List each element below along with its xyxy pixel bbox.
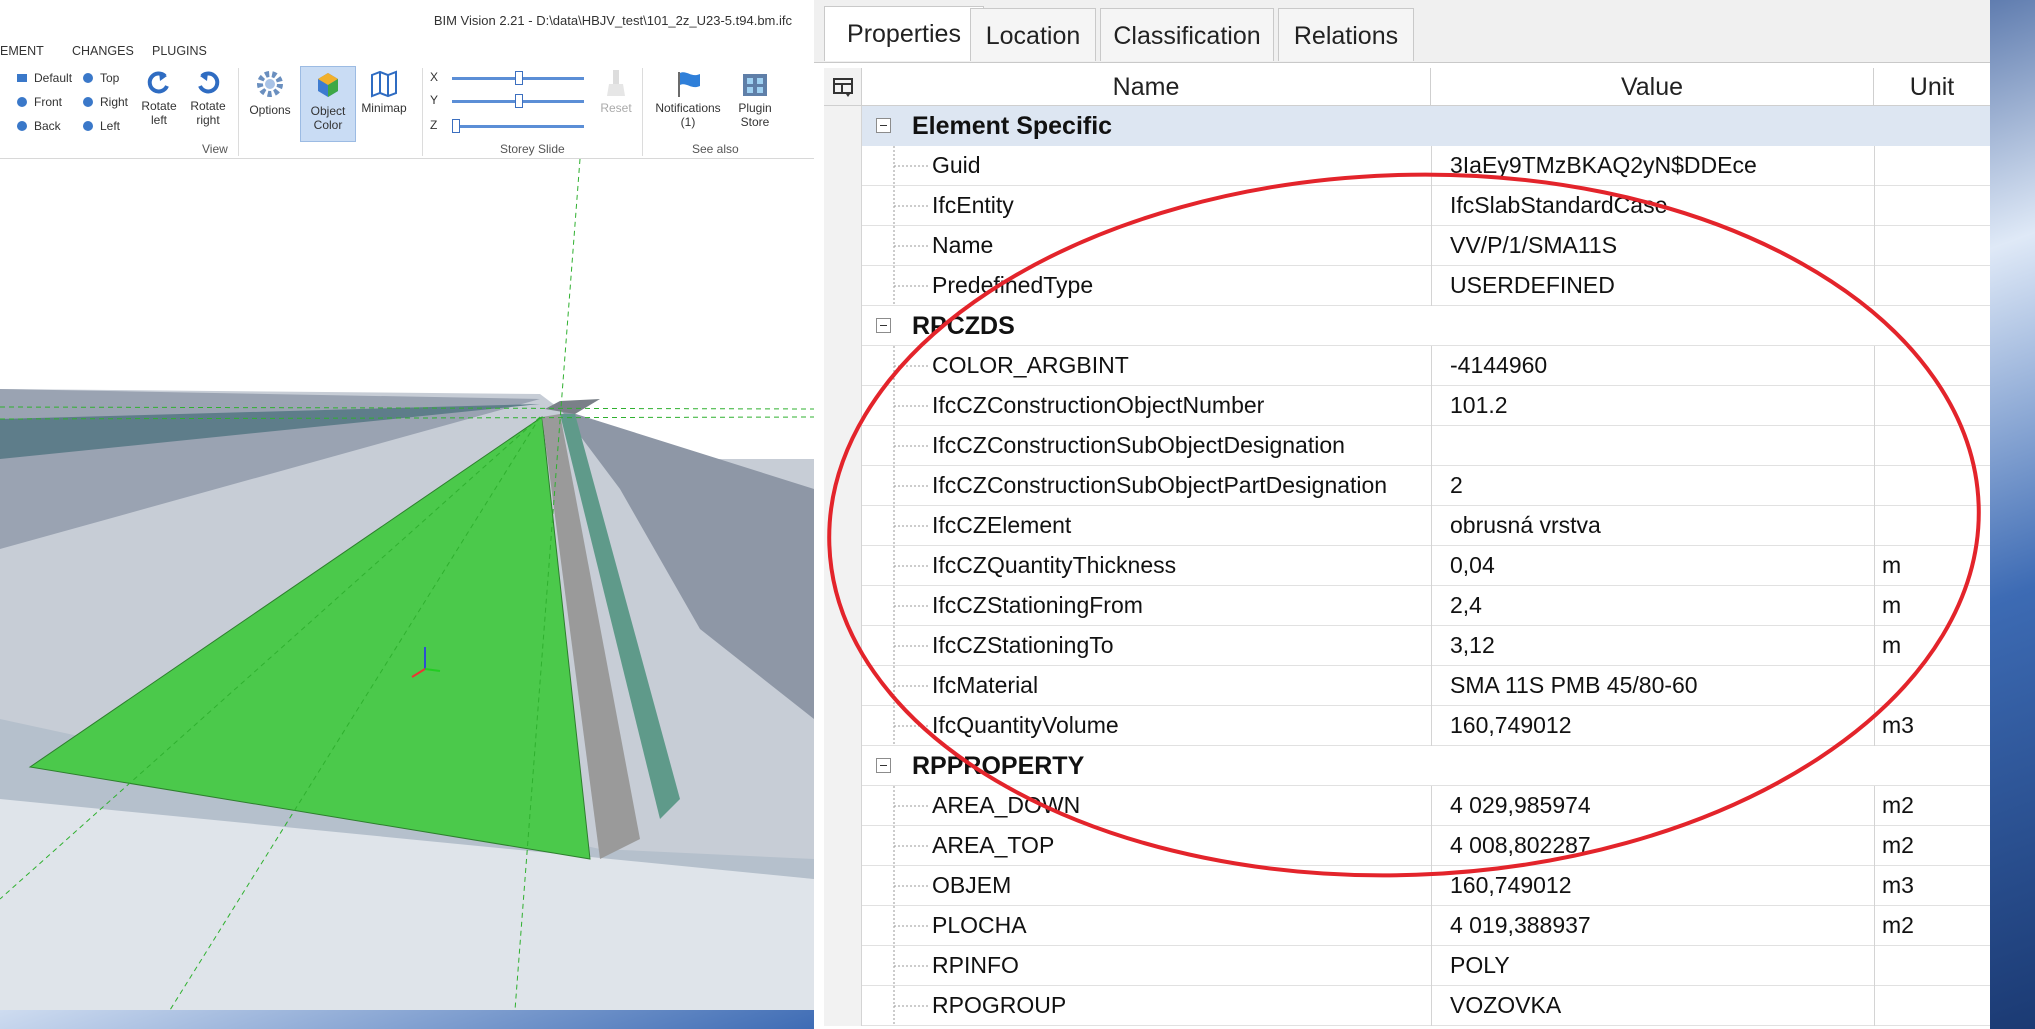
view-group-label: View [202, 142, 228, 156]
view-default-button[interactable]: Default [34, 71, 72, 85]
slider-y-label: Y [430, 93, 439, 107]
reset-label: Reset [600, 101, 632, 115]
notifications-button[interactable]: Notifications (1) [650, 70, 726, 129]
map-icon [371, 70, 397, 98]
object-color-label: Object Color [310, 104, 346, 132]
options-button[interactable]: Options [244, 68, 296, 117]
camera-front-icon [17, 97, 27, 107]
menu-plugins[interactable]: PLUGINS [152, 44, 207, 58]
camera-back-icon [17, 121, 27, 131]
window-title: BIM Vision 2.21 - D:\data\HBJV_test\101_… [433, 13, 792, 28]
3d-viewport[interactable] [0, 158, 814, 1010]
plugin-store-label: Plugin Store [738, 101, 772, 129]
rotate-left-icon [147, 71, 169, 94]
reset-button[interactable]: Reset [596, 68, 636, 115]
options-label: Options [249, 103, 291, 117]
ribbon-separator [422, 68, 423, 156]
slider-z-thumb[interactable] [452, 119, 460, 133]
annotation-ellipse [827, 172, 1981, 878]
ribbon-separator [238, 68, 239, 156]
slider-z-track[interactable] [452, 125, 584, 128]
view-front-button[interactable]: Front [34, 95, 62, 109]
camera-left-icon [83, 121, 93, 131]
camera-default-icon [17, 74, 27, 82]
slider-z-label: Z [430, 118, 438, 132]
brush-icon [607, 70, 625, 96]
menu-element[interactable]: EMENT [0, 44, 44, 58]
gear-icon [257, 71, 283, 97]
plugin-store-button[interactable]: Plugin Store [730, 70, 780, 129]
color-cube-icon [318, 73, 338, 97]
notifications-label: Notifications (1) [655, 101, 721, 129]
camera-top-icon [83, 73, 93, 83]
storey-slide-group-label: Storey Slide [500, 142, 565, 156]
view-left-button[interactable]: Left [100, 119, 120, 133]
minimap-button[interactable]: Minimap [358, 70, 410, 115]
object-color-button[interactable]: Object Color [300, 66, 356, 142]
store-icon [743, 74, 767, 96]
road-model-scene [0, 158, 814, 1010]
view-back-button[interactable]: Back [34, 119, 61, 133]
ribbon-separator [642, 68, 643, 156]
rotate-right-label: Rotate right [190, 99, 226, 127]
properties-panel: Properties Location Classification Relat… [814, 0, 1990, 1029]
rotate-left-button[interactable]: Rotate left [138, 68, 180, 127]
minimap-label: Minimap [361, 101, 407, 115]
ribbon: Default Top Front Right Back Left Rotate… [0, 62, 814, 159]
bim-vision-window: BIM Vision 2.21 - D:\data\HBJV_test\101_… [0, 0, 814, 1010]
view-top-button[interactable]: Top [100, 71, 119, 85]
camera-right-icon [83, 97, 93, 107]
rotate-right-icon [198, 71, 220, 94]
view-right-button[interactable]: Right [100, 95, 128, 109]
flag-icon [678, 72, 700, 97]
see-also-group-label: See also [692, 142, 739, 156]
slider-x-thumb[interactable] [515, 71, 523, 85]
slider-y-thumb[interactable] [515, 94, 523, 108]
rotate-left-label: Rotate left [141, 99, 177, 127]
menu-changes[interactable]: CHANGES [72, 44, 134, 58]
slider-x-label: X [430, 70, 439, 84]
title-bar: BIM Vision 2.21 - D:\data\HBJV_test\101_… [0, 0, 814, 40]
rotate-right-button[interactable]: Rotate right [187, 68, 229, 127]
